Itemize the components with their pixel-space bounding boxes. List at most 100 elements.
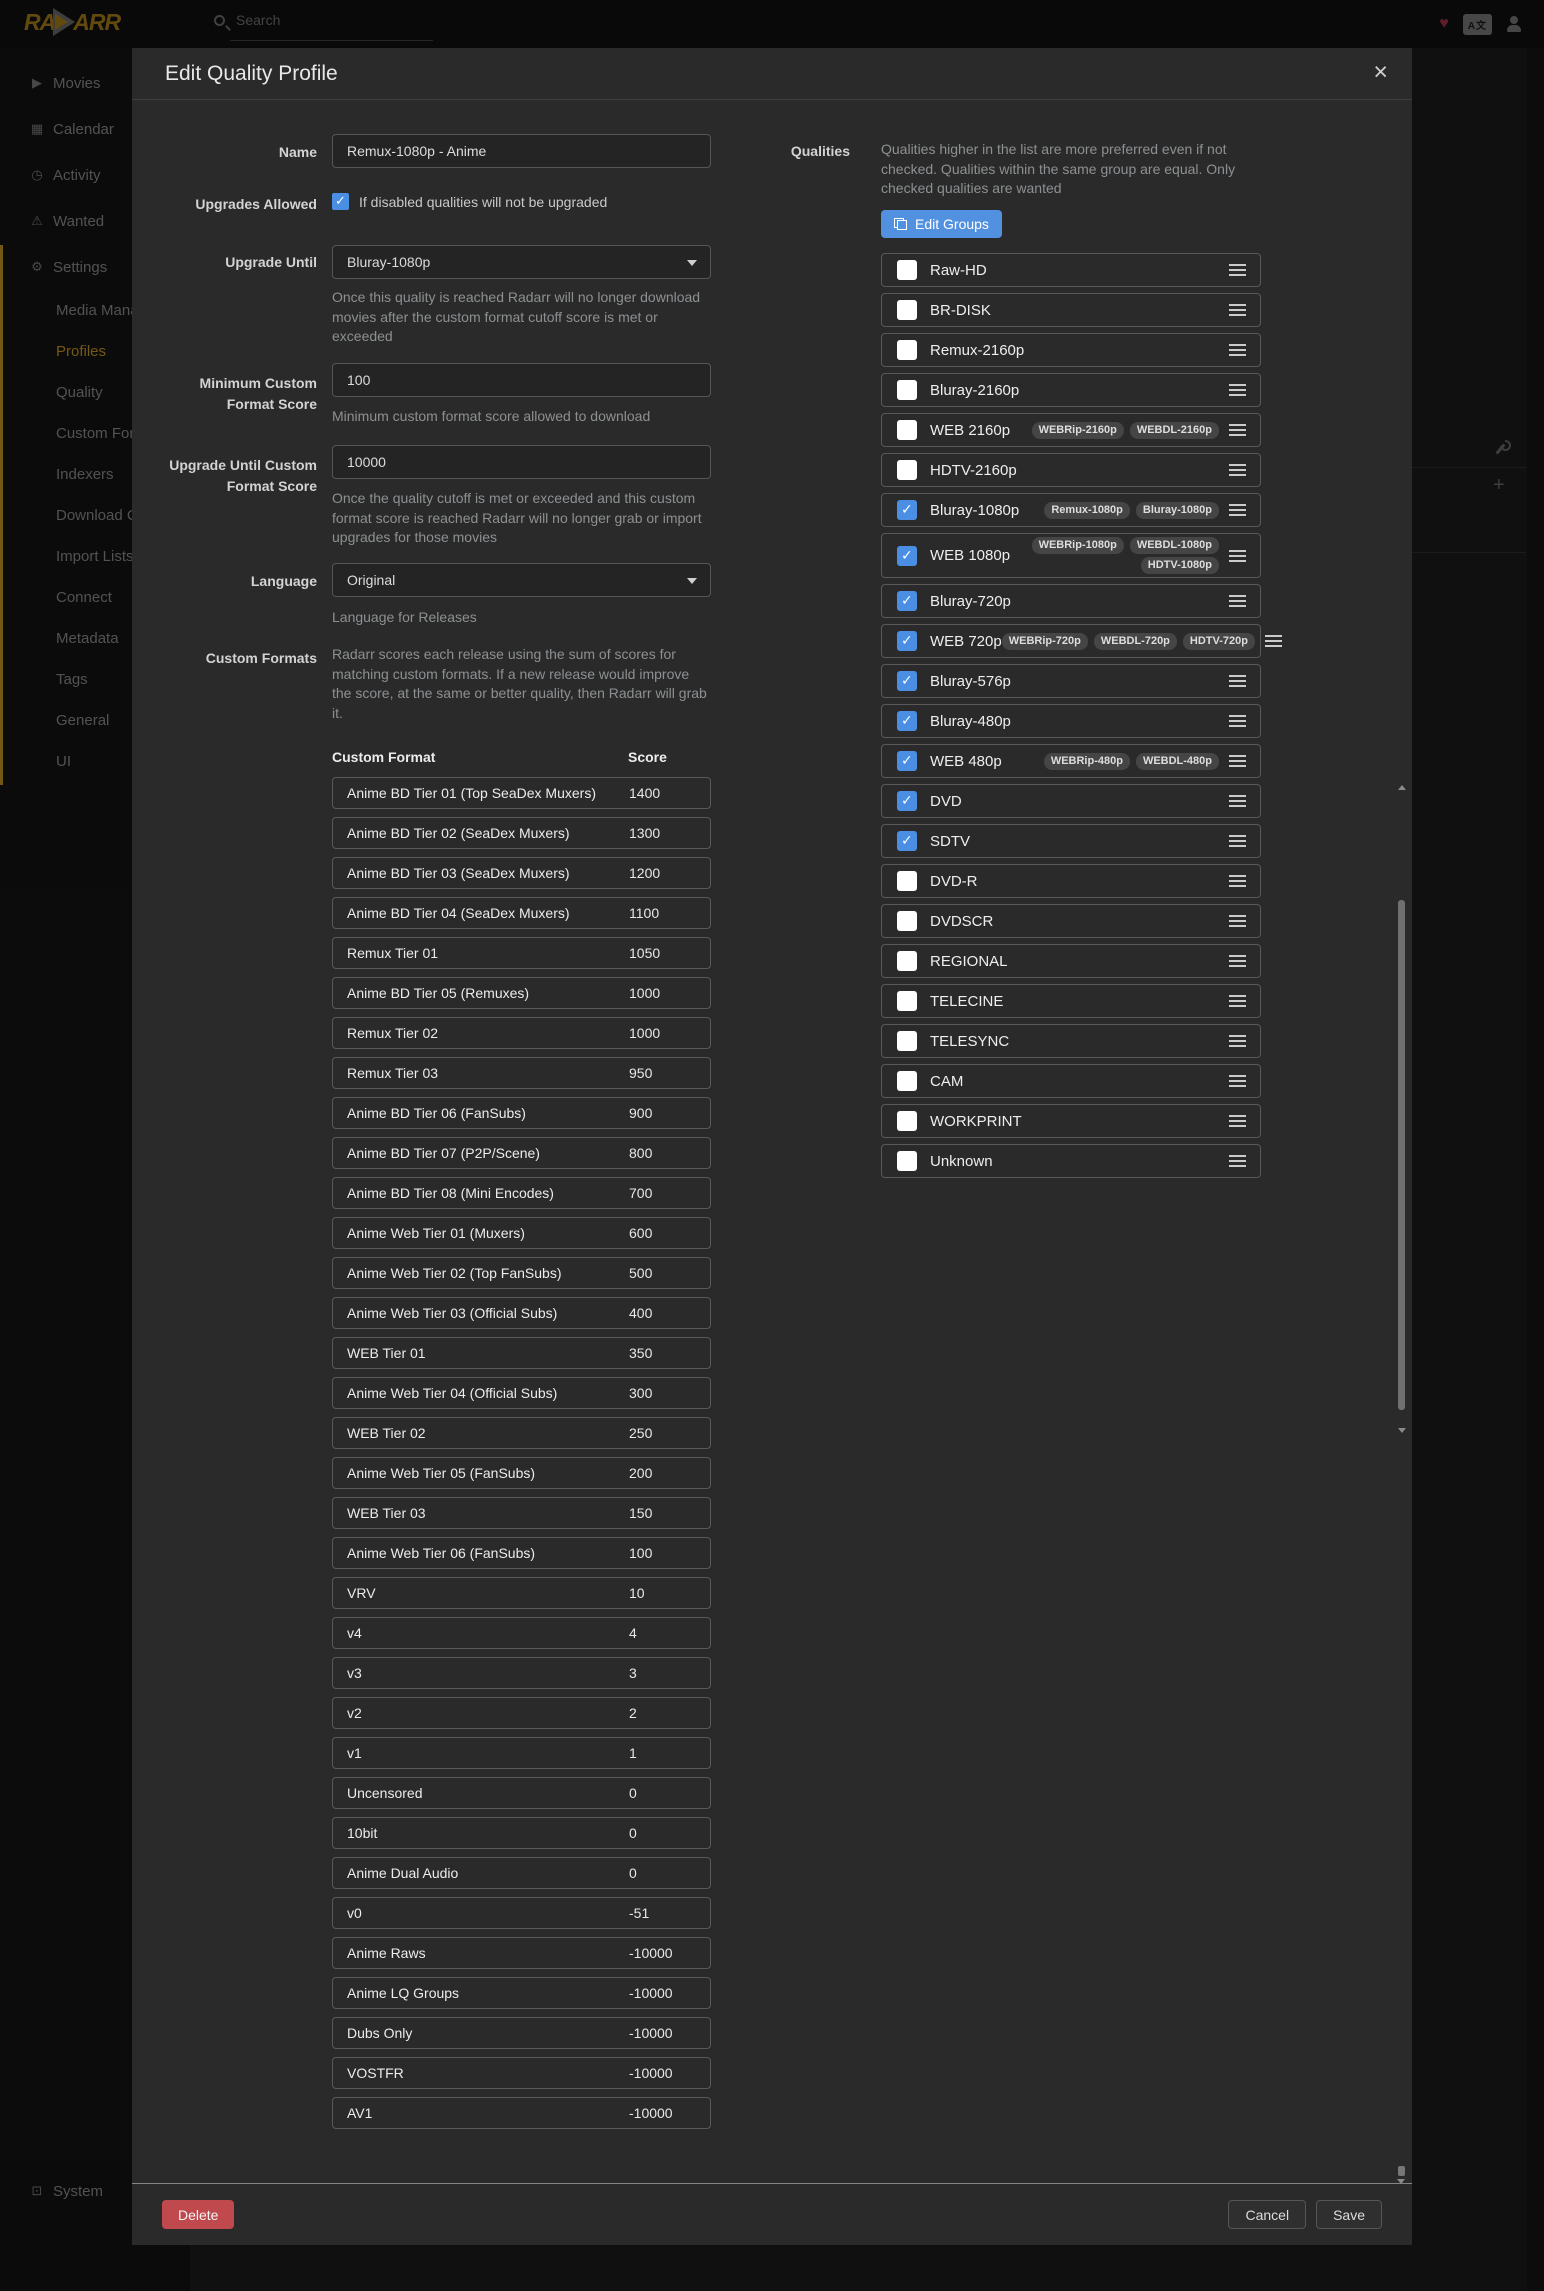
custom-format-score-input[interactable]: -10000 [629,2025,673,2041]
custom-format-score-input[interactable]: -10000 [629,1945,673,1961]
drag-handle-icon[interactable] [1229,1115,1246,1127]
quality-checkbox[interactable] [897,631,917,651]
custom-format-score-input[interactable]: 350 [629,1345,652,1361]
custom-format-score-input[interactable]: 300 [629,1385,652,1401]
drag-handle-icon[interactable] [1265,635,1282,647]
drag-handle-icon[interactable] [1229,955,1246,967]
custom-format-score-input[interactable]: 1000 [629,985,660,1001]
custom-format-score-input[interactable]: 1 [629,1745,637,1761]
scrollbar-mini-thumb[interactable] [1398,2166,1405,2176]
custom-format-score-input[interactable]: 900 [629,1105,652,1121]
custom-format-score-input[interactable]: 200 [629,1465,652,1481]
close-icon[interactable]: × [1373,57,1388,87]
custom-format-name: Anime BD Tier 07 (P2P/Scene) [347,1145,540,1161]
drag-handle-icon[interactable] [1229,424,1246,436]
custom-format-score-input[interactable]: -10000 [629,2105,673,2121]
custom-format-score-input[interactable]: 500 [629,1265,652,1281]
quality-checkbox[interactable] [897,791,917,811]
quality-checkbox[interactable] [897,711,917,731]
custom-format-score-input[interactable]: 100 [629,1545,652,1561]
custom-format-score-input[interactable]: 1050 [629,945,660,961]
drag-handle-icon[interactable] [1229,550,1246,562]
quality-checkbox[interactable] [897,831,917,851]
quality-checkbox[interactable] [897,340,917,360]
custom-format-score-input[interactable]: 1100 [629,905,659,921]
language-select[interactable]: Original [332,563,711,597]
custom-format-score-input[interactable]: -10000 [629,2065,673,2081]
delete-button[interactable]: Delete [162,2200,234,2229]
quality-checkbox[interactable] [897,751,917,771]
minimum-custom-format-score-input[interactable] [332,363,711,397]
drag-handle-icon[interactable] [1229,755,1246,767]
quality-checkbox[interactable] [897,911,917,931]
quality-checkbox[interactable] [897,1071,917,1091]
quality-checkbox[interactable] [897,871,917,891]
custom-format-score-input[interactable]: 0 [629,1825,637,1841]
scrollbar-thumb[interactable] [1398,900,1405,1410]
drag-handle-icon[interactable] [1229,504,1246,516]
quality-checkbox[interactable] [897,546,917,566]
upgrade-until-select[interactable]: Bluray-1080p [332,245,711,279]
upgrades-allowed-checkbox[interactable] [332,193,349,210]
drag-handle-icon[interactable] [1229,344,1246,356]
custom-format-score-input[interactable]: 4 [629,1625,637,1641]
save-button[interactable]: Save [1316,2200,1382,2229]
custom-format-score-input[interactable]: 950 [629,1065,652,1081]
quality-checkbox[interactable] [897,1151,917,1171]
custom-format-score-input[interactable]: 1300 [629,825,660,841]
drag-handle-icon[interactable] [1229,264,1246,276]
quality-checkbox[interactable] [897,671,917,691]
drag-handle-icon[interactable] [1229,1075,1246,1087]
custom-format-score-input[interactable]: 1200 [629,865,660,881]
custom-format-score-input[interactable]: 400 [629,1305,652,1321]
scrollbar-down-arrow-icon[interactable] [1398,1428,1406,1433]
drag-handle-icon[interactable] [1229,304,1246,316]
cancel-button[interactable]: Cancel [1228,2200,1306,2229]
custom-format-score-input[interactable]: 3 [629,1665,637,1681]
quality-checkbox[interactable] [897,460,917,480]
quality-checkbox[interactable] [897,380,917,400]
drag-handle-icon[interactable] [1229,1155,1246,1167]
custom-format-score-input[interactable]: 600 [629,1225,652,1241]
scrollbar-up-arrow-icon[interactable] [1398,785,1406,790]
quality-checkbox[interactable] [897,591,917,611]
drag-handle-icon[interactable] [1229,464,1246,476]
custom-format-score-input[interactable]: 150 [629,1505,652,1521]
custom-format-row: Anime BD Tier 03 (SeaDex Muxers) 1200 [332,857,711,889]
custom-format-score-input[interactable]: 800 [629,1145,652,1161]
quality-checkbox[interactable] [897,300,917,320]
drag-handle-icon[interactable] [1229,795,1246,807]
drag-handle-icon[interactable] [1229,875,1246,887]
custom-format-score-input[interactable]: 0 [629,1865,637,1881]
drag-handle-icon[interactable] [1229,384,1246,396]
custom-format-score-input[interactable]: 250 [629,1425,652,1441]
custom-format-score-input[interactable]: 1400 [629,785,660,801]
quality-checkbox[interactable] [897,1111,917,1131]
name-input[interactable] [332,134,711,168]
drag-handle-icon[interactable] [1229,1035,1246,1047]
quality-checkbox[interactable] [897,1031,917,1051]
upgrade-until-custom-format-score-input[interactable] [332,445,711,479]
quality-checkbox[interactable] [897,951,917,971]
drag-handle-icon[interactable] [1229,915,1246,927]
custom-format-name: Anime BD Tier 04 (SeaDex Muxers) [347,905,570,921]
quality-checkbox[interactable] [897,991,917,1011]
custom-format-score-input[interactable]: -10000 [629,1985,673,2001]
qualities-description: Qualities higher in the list are more pr… [881,140,1260,199]
quality-checkbox[interactable] [897,500,917,520]
custom-format-score-input[interactable]: 0 [629,1785,637,1801]
drag-handle-icon[interactable] [1229,715,1246,727]
quality-checkbox[interactable] [897,260,917,280]
drag-handle-icon[interactable] [1229,675,1246,687]
custom-format-score-input[interactable]: 10 [629,1585,645,1601]
drag-handle-icon[interactable] [1229,835,1246,847]
custom-format-score-input[interactable]: 2 [629,1705,637,1721]
quality-name: Unknown [930,1153,993,1170]
drag-handle-icon[interactable] [1229,595,1246,607]
drag-handle-icon[interactable] [1229,995,1246,1007]
custom-format-score-input[interactable]: 700 [629,1185,652,1201]
edit-groups-button[interactable]: Edit Groups [881,210,1002,238]
custom-format-score-input[interactable]: -51 [629,1905,649,1921]
custom-format-score-input[interactable]: 1000 [629,1025,660,1041]
quality-checkbox[interactable] [897,420,917,440]
